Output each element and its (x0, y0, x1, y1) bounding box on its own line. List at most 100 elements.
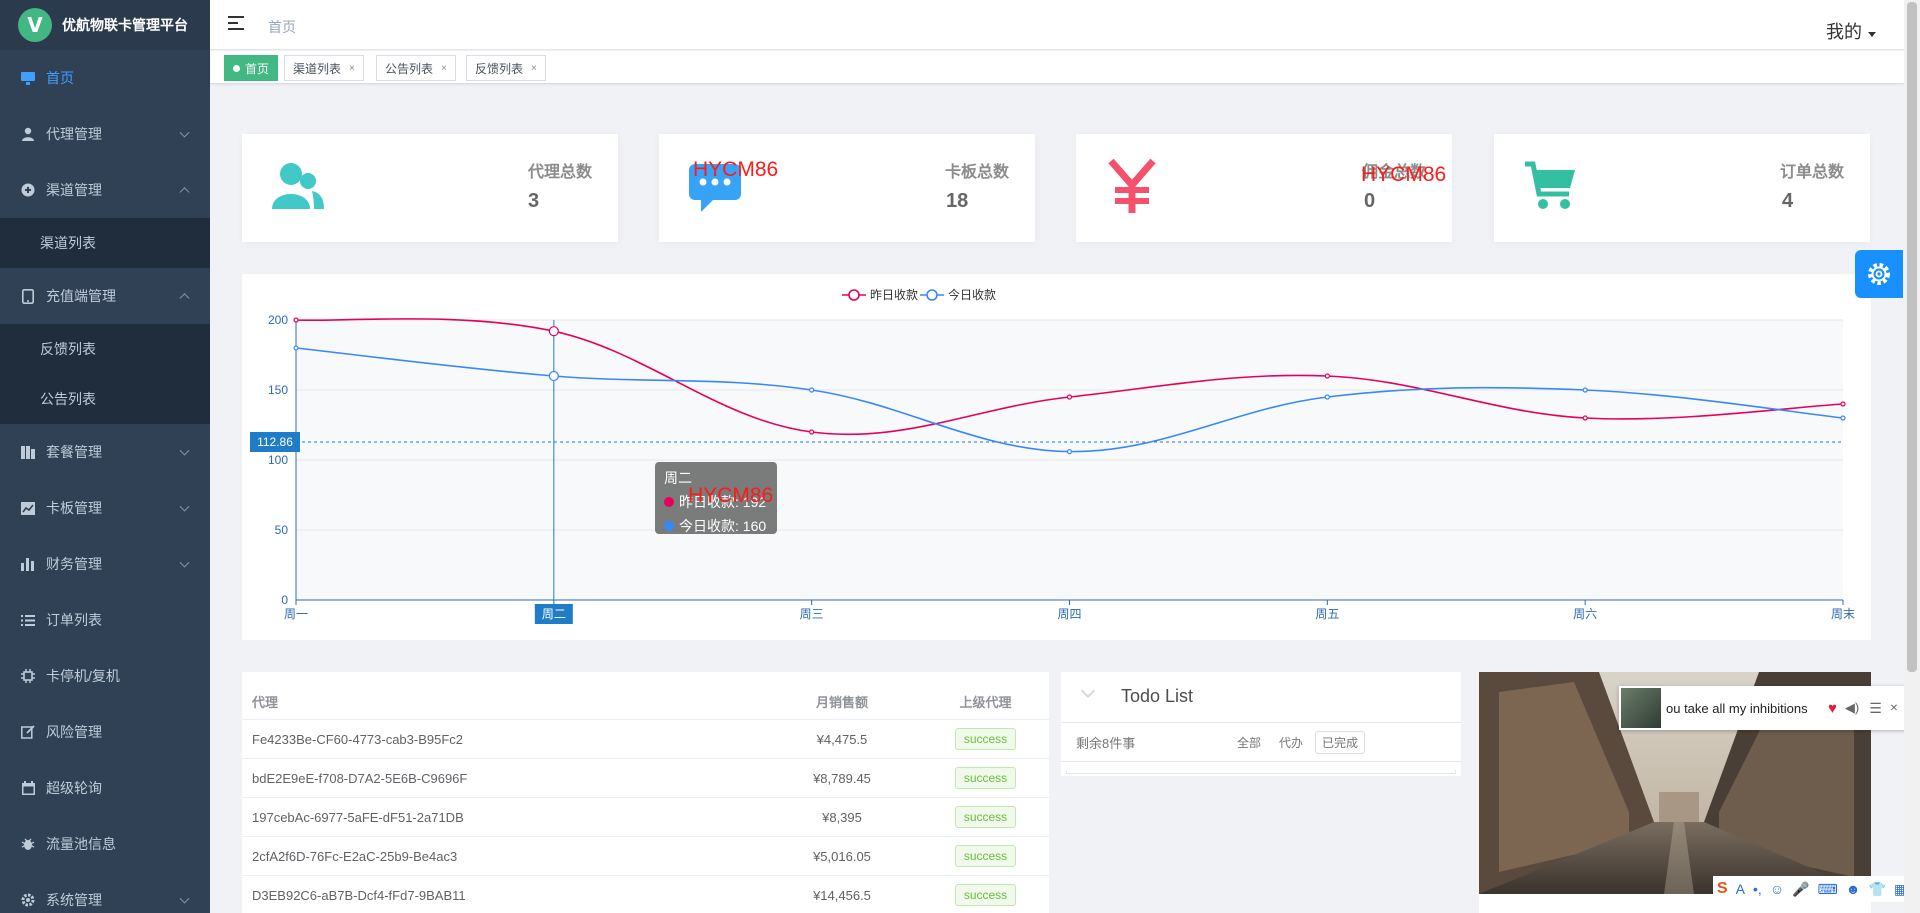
tag-feedback-list[interactable]: 反馈列表 × (466, 55, 546, 81)
y-tick-label: 0 (281, 593, 288, 607)
user-menu[interactable]: 我的 (1826, 18, 1876, 44)
table-header: 代理 月销售额 上级代理 (242, 672, 1049, 720)
cell-sales: ¥5,016.05 (813, 848, 871, 864)
sidebar-item-suspend[interactable]: 卡停机/复机 (0, 648, 210, 704)
logo[interactable]: V 优航物联卡管理平台 (0, 0, 210, 50)
cell-agent: Fe4233Be-CF60-4773-cab3-B95Fc2 (252, 731, 464, 747)
chevron-up-icon (179, 293, 190, 304)
monitor-icon (20, 70, 36, 86)
filter-done[interactable]: 已完成 (1315, 730, 1366, 754)
data-point (809, 429, 815, 435)
tooltip-row-text: 今日收款: 160 (679, 518, 767, 534)
yen-icon (1102, 156, 1162, 216)
tag-notice-list[interactable]: 公告列表 × (376, 55, 456, 81)
sidebar-item-card-board[interactable]: 卡板管理 (0, 480, 210, 536)
table-row[interactable]: 197cebAc-6977-5aFE-dF51-2a71DB ¥8,395 su… (242, 798, 1049, 837)
line-chart[interactable]: 050100150200周一 周二 周三 周四 周五 周六 周末112.86昨日收款 今日收款 (242, 274, 1871, 640)
sidebar-subitem-channel-list[interactable]: 渠道列表 (0, 218, 210, 268)
sidebar-item-system[interactable]: 系统管理 (0, 872, 210, 913)
stat-card-boards[interactable]: 卡板总数 18 (659, 134, 1035, 242)
table-row[interactable]: 2cfA2f6D-76Fc-E2aC-25b9-Be4ac3 ¥5,016.05… (242, 837, 1049, 876)
emoji-icon[interactable]: ☺ (1770, 881, 1784, 897)
close-icon[interactable]: × (349, 63, 355, 74)
tag-channel-list[interactable]: 渠道列表 × (284, 55, 364, 81)
settings-button[interactable] (1855, 250, 1903, 298)
sidebar-item-traffic-pool[interactable]: 流量池信息 (0, 816, 210, 872)
filter-all[interactable]: 全部 (1231, 732, 1267, 753)
series-dot-icon (664, 521, 674, 531)
table-row[interactable]: Fe4233Be-CF60-4773-cab3-B95Fc2 ¥4,475.5 … (242, 720, 1049, 759)
chevron-down-icon (179, 445, 190, 456)
heart-icon[interactable]: ♥ (1828, 700, 1837, 717)
submenu-recharge: 反馈列表 公告列表 (0, 324, 210, 424)
x-tick-label: 周末 (1831, 607, 1855, 621)
tag-home[interactable]: 首页 (224, 55, 279, 81)
sidebar-item-orders[interactable]: 订单列表 (0, 592, 210, 648)
status-badge: success (954, 767, 1017, 789)
table-row[interactable]: D3EB92C6-aB7B-Dcf4-fFd7-9BAB11 ¥14,456.5… (242, 876, 1049, 913)
column-header[interactable]: 月销售额 (762, 692, 922, 711)
stat-card-orders[interactable]: 订单总数 4 (1494, 134, 1870, 242)
x-tick-label: 周六 (1573, 607, 1597, 621)
page-scrollbar[interactable] (1904, 0, 1920, 913)
music-player-widget[interactable]: ou take all my inhibitions ♥ ◀) ☰ ✕ (1619, 686, 1920, 730)
legend-marker (848, 289, 860, 301)
sidebar-item-agent[interactable]: 代理管理 (0, 106, 210, 162)
sidebar-item-home[interactable]: 首页 (0, 50, 210, 106)
data-point (1840, 415, 1846, 421)
todo-stack-decoration (1066, 770, 1456, 774)
data-point (1066, 394, 1073, 400)
close-icon[interactable]: ✕ (1890, 703, 1898, 714)
close-icon[interactable]: × (531, 63, 537, 74)
album-cover (1621, 688, 1661, 728)
tooltip-row-text: 昨日收款: 192 (679, 494, 767, 510)
chevron-down-icon (179, 127, 190, 138)
column-header[interactable]: 上级代理 (922, 692, 1049, 711)
calendar-icon (20, 780, 36, 796)
table-row[interactable]: bdE2E9eE-f708-D7A2-5E6B-C9696F ¥8,789.45… (242, 759, 1049, 798)
toggle-all-icon[interactable] (1080, 683, 1096, 699)
sidebar-item-risk[interactable]: 风险管理 (0, 704, 210, 760)
todo-list: Todo List 剩余8件事 全部 代办 已完成 (1061, 672, 1461, 776)
stat-label: 订单总数 (1779, 164, 1844, 181)
ime-punct-icon[interactable]: •, (1753, 881, 1762, 897)
sidebar-subitem-notice-list[interactable]: 公告列表 (0, 374, 210, 424)
close-icon[interactable]: × (441, 63, 447, 74)
playlist-icon[interactable]: ☰ (1869, 700, 1882, 717)
data-point (1840, 401, 1846, 407)
line-chart-panel[interactable]: 0 50 100 150 200 周一 周二 周三 周四 周五 周六 周末 112.86 昨日收款 今日收款 (242, 274, 1871, 640)
compass-icon (20, 182, 36, 198)
sidebar-item-recharge[interactable]: 充值端管理 (0, 268, 210, 324)
column-header[interactable]: 代理 (242, 692, 762, 711)
keyboard-icon[interactable]: ⌨ (1818, 881, 1838, 898)
breadcrumb[interactable]: 首页 (268, 17, 296, 37)
sidebar-item-label: 渠道管理 (46, 182, 102, 198)
filter-todo[interactable]: 代办 (1273, 732, 1309, 753)
user-icon[interactable]: ☻ (1846, 881, 1861, 897)
sidebar-item-finance[interactable]: 财务管理 (0, 536, 210, 592)
volume-icon[interactable]: ◀) (1845, 700, 1859, 716)
ime-mode-icon[interactable]: A (1736, 881, 1745, 897)
skin-icon[interactable]: 👕 (1869, 881, 1886, 898)
stat-card-commission[interactable]: 佣金总数 0 (1076, 134, 1452, 242)
y-axis-pointer-label: 112.86 (257, 435, 293, 449)
cell-sales: ¥8,395 (822, 809, 862, 825)
sidebar-item-label: 风险管理 (46, 724, 102, 740)
ime-toolbar: S A •, ☺ 🎤 ⌨ ☻ 👕 ▦ (1713, 876, 1920, 902)
stat-value: 4 (1782, 190, 1794, 212)
data-point (1066, 449, 1073, 455)
todo-footer: 剩余8件事 全部 代办 已完成 (1061, 723, 1461, 762)
microphone-icon[interactable]: 🎤 (1792, 881, 1809, 898)
sogou-logo-icon[interactable]: S (1717, 880, 1728, 898)
sidebar-item-polling[interactable]: 超级轮询 (0, 760, 210, 816)
cell-sales: ¥4,475.5 (816, 731, 868, 747)
chevron-down-icon (179, 557, 190, 568)
scrollbar-thumb[interactable] (1907, 2, 1917, 672)
sidebar-item-channel[interactable]: 渠道管理 (0, 162, 210, 218)
sidebar-item-label: 系统管理 (46, 892, 102, 908)
stat-card-agents[interactable]: 代理总数 3 (242, 134, 618, 242)
caret-down-icon (1868, 31, 1876, 37)
sidebar-subitem-feedback-list[interactable]: 反馈列表 (0, 324, 210, 374)
menu-toggle-icon[interactable] (228, 16, 244, 30)
sidebar-item-package[interactable]: 套餐管理 (0, 424, 210, 480)
